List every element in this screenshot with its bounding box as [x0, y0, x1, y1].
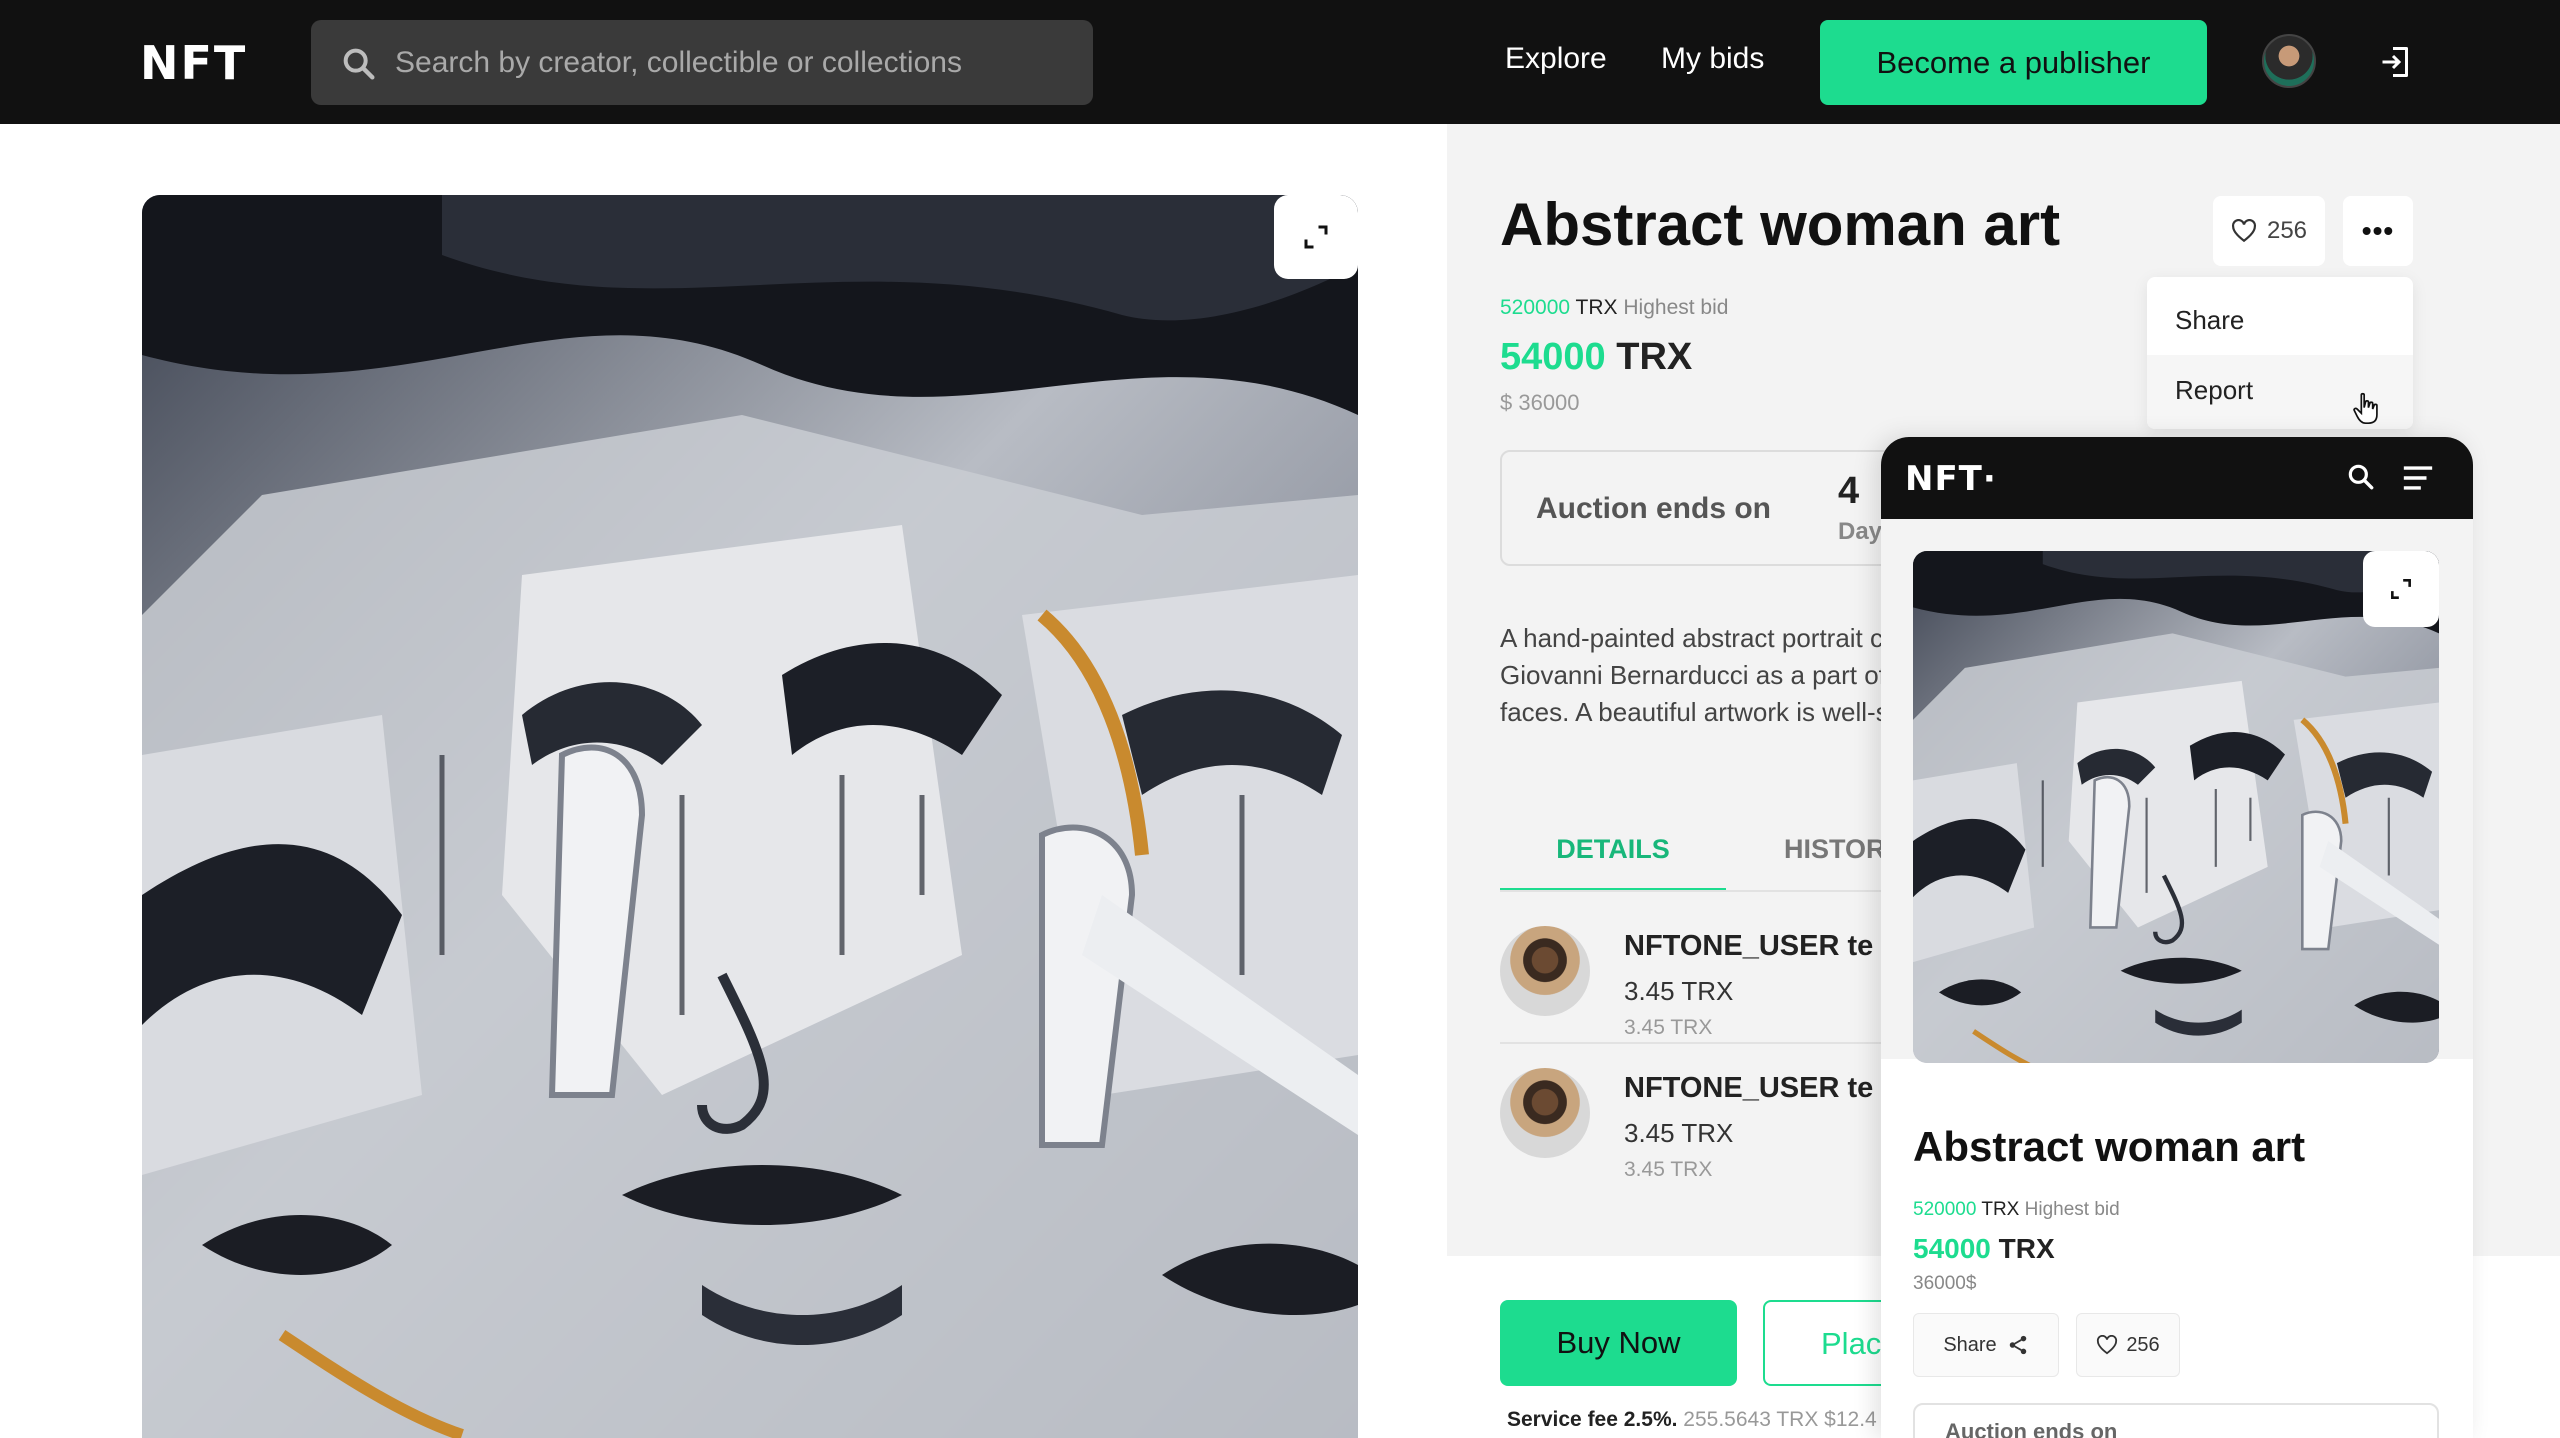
search-bar[interactable]	[311, 20, 1093, 105]
menu-item-report[interactable]: Report	[2175, 375, 2253, 406]
history-row: NFTONE_USER te 3.45 TRX 3.45 TRX	[1500, 1068, 1920, 1198]
expand-icon	[2391, 579, 2411, 599]
mobile-like-button[interactable]: 256	[2076, 1313, 2180, 1377]
mobile-price: 54000 TRX	[1913, 1233, 2055, 1264]
mobile-preview: NFT· Abstract woman art 520000 TRX Highe…	[1881, 437, 2473, 1438]
heart-icon	[2232, 219, 2256, 243]
like-count: 256	[2266, 217, 2308, 244]
like-button[interactable]: 256	[2213, 196, 2325, 266]
mobile-like-count: 256	[2126, 1333, 2160, 1356]
expand-button[interactable]	[1274, 195, 1358, 279]
top-navigation-bar: NFT Explore My bids Become a publisher	[0, 0, 2560, 124]
bid-amount: 3.45 TRX	[1624, 1118, 1734, 1148]
bidder-avatar	[1500, 1068, 1590, 1158]
more-options-button[interactable]: •••	[2343, 196, 2413, 266]
auction-timer: Auction ends on 4 Day	[1500, 450, 1920, 566]
share-label: Share	[1943, 1333, 1997, 1356]
history-row: NFTONE_USER te 3.45 TRX 3.45 TRX	[1500, 926, 1920, 1056]
nav-explore-link[interactable]: Explore	[1505, 42, 1607, 76]
bid-amount-sub: 3.45 TRX	[1624, 1158, 1713, 1181]
tab-history[interactable]: HISTOR	[1784, 830, 1886, 865]
bidder-name: NFTONE_USER te	[1624, 930, 1874, 962]
tab-details[interactable]: DETAILS	[1500, 830, 1726, 892]
item-description: A hand-painted abstract portrait c Giova…	[1500, 623, 1889, 727]
auction-label: Auction ends on	[1536, 492, 1771, 525]
search-input[interactable]	[395, 20, 1075, 105]
hamburger-menu-icon[interactable]	[2401, 463, 2435, 493]
bidder-avatar	[1500, 926, 1590, 1016]
nav-my-bids-link[interactable]: My bids	[1661, 42, 1764, 76]
bid-amount: 3.45 TRX	[1624, 976, 1734, 1006]
bidder-name: NFTONE_USER te	[1624, 1072, 1874, 1104]
become-publisher-button[interactable]: Become a publisher	[1820, 20, 2207, 105]
heart-icon	[2097, 1335, 2118, 1355]
buy-now-button[interactable]: Buy Now	[1500, 1300, 1737, 1386]
item-title: Abstract woman art	[1500, 191, 2061, 258]
mobile-highest-bid: 520000 TRX Highest bid	[1913, 1199, 2120, 1220]
mobile-auction-label: Auction ends on	[1945, 1419, 2118, 1438]
tab-divider	[1500, 890, 1900, 892]
mobile-expand-button[interactable]	[2363, 551, 2439, 627]
mobile-auction-timer: Auction ends on	[1913, 1403, 2439, 1438]
auction-days-unit: Day	[1838, 518, 1883, 545]
row-divider	[1500, 1042, 1920, 1044]
mobile-artwork-image	[1913, 551, 2439, 1063]
nft-logo[interactable]: NFT	[140, 36, 247, 90]
logout-icon[interactable]	[2378, 44, 2414, 80]
price: 54000 TRX	[1500, 336, 1693, 378]
artwork-image	[142, 195, 1358, 1438]
highest-bid: 520000 TRX Highest bid	[1500, 296, 1729, 319]
bid-amount-sub: 3.45 TRX	[1624, 1016, 1713, 1039]
search-icon[interactable]	[2345, 461, 2377, 493]
auction-days-count: 4	[1838, 470, 1860, 512]
search-icon	[343, 48, 375, 80]
price-usd: $ 36000	[1500, 390, 1580, 415]
share-icon	[2009, 1335, 2026, 1355]
mobile-share-button[interactable]: Share	[1913, 1313, 2059, 1377]
mobile-artwork-graphic	[1913, 551, 2439, 1063]
service-fee: Service fee 2.5%. 255.5643 TRX $12.4	[1507, 1408, 1877, 1431]
mobile-top-bar: NFT·	[1881, 437, 2473, 519]
hand-cursor-icon	[2353, 392, 2378, 425]
menu-item-share[interactable]: Share	[2175, 305, 2244, 336]
mobile-item-title: Abstract woman art	[1913, 1123, 2306, 1170]
user-avatar[interactable]	[2262, 34, 2316, 88]
mobile-nft-logo[interactable]: NFT·	[1905, 459, 1997, 499]
artwork-graphic	[142, 195, 1358, 1438]
expand-icon	[1304, 225, 1328, 249]
mobile-price-usd: 36000$	[1913, 1273, 1977, 1294]
